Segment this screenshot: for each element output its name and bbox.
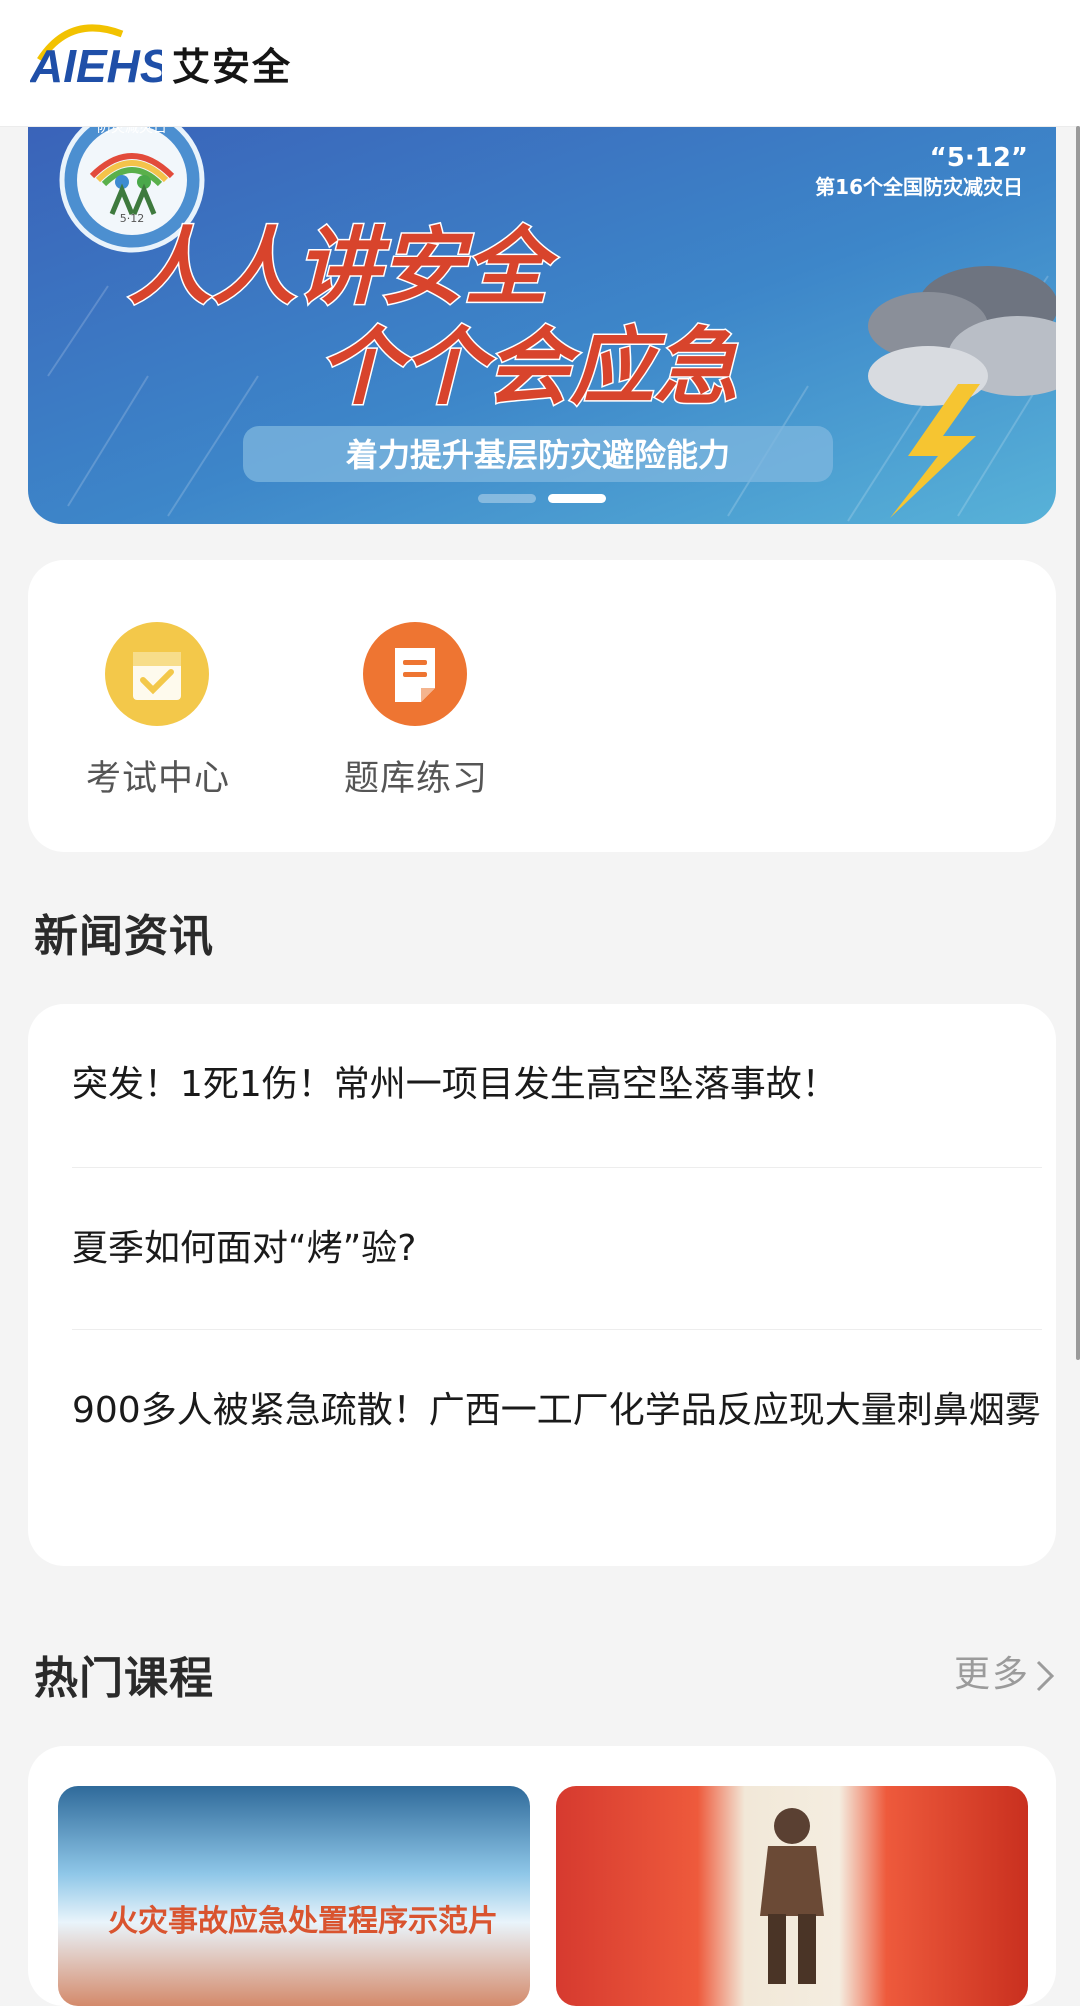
scrollbar[interactable] [1076, 126, 1080, 1360]
courses-section-title: 热门课程 [34, 1653, 214, 1704]
exam-center-label: 考试中心 [85, 759, 230, 799]
course-thumbnail-2[interactable] [556, 1786, 1028, 2006]
news-divider [72, 1329, 1042, 1330]
question-bank-button[interactable]: 题库练习 [316, 622, 496, 802]
banner-corner-title: “5·12” [930, 143, 1028, 173]
question-bank-label: 题库练习 [343, 759, 488, 799]
exam-clipboard-icon [105, 622, 209, 726]
carousel-dot-1[interactable] [478, 494, 536, 503]
banner-slogan: 着力提升基层防灾避险能力 [345, 436, 730, 474]
app-title: 艾安全 [172, 45, 293, 89]
firefighter-icon [760, 1808, 824, 1984]
banner-carousel[interactable]: 5·12 防灾减灾日 “5·12” 第16个全国防灾减灾日 人人讲安全 个个会应… [28, 126, 1056, 524]
news-item-1[interactable]: 突发！1死1伤！常州一项目发生高空坠落事故！ [72, 1048, 1042, 1122]
course-caption-1: 火灾事故应急处置程序示范片 [108, 1904, 498, 1939]
news-item-2[interactable]: 夏季如何面对“烤”验? [72, 1212, 1042, 1286]
news-item-3[interactable]: 900多人被紧急疏散！广西一工厂化学品反应现大量刺鼻烟雾 [72, 1374, 1042, 1448]
carousel-indicator [478, 494, 638, 504]
banner-corner-subtitle: 第16个全国防灾减灾日 [815, 175, 1023, 199]
course-thumbnail-1[interactable]: 火灾事故应急处置程序示范片 [58, 1786, 530, 2006]
aiehs-logo: AIEHS [30, 24, 162, 88]
banner-headline-2: 个个会应急 [318, 318, 738, 416]
courses-card: 火灾事故应急处置程序示范片 [28, 1746, 1056, 2006]
more-courses-button[interactable]: 更多 [954, 1645, 1056, 1697]
svg-text:防灾减灾日: 防灾减灾日 [97, 126, 167, 136]
question-bank-document-icon [363, 622, 467, 726]
chevron-right-icon [1036, 1660, 1055, 1692]
news-list-card: 突发！1死1伤！常州一项目发生高空坠落事故！ 夏季如何面对“烤”验? 900多人… [28, 1004, 1056, 1566]
carousel-dot-2[interactable] [548, 494, 606, 503]
exam-center-button[interactable]: 考试中心 [58, 622, 238, 802]
banner-headline-1: 人人讲安全 [128, 218, 559, 316]
svg-text:AIEHS: AIEHS [30, 40, 162, 88]
app-header: AIEHS 艾安全 [0, 0, 1080, 127]
quick-actions-card: 考试中心 题库练习 [28, 560, 1056, 852]
news-divider [72, 1167, 1042, 1168]
more-label: 更多 [953, 1654, 1030, 1695]
news-section-title: 新闻资讯 [34, 911, 214, 962]
